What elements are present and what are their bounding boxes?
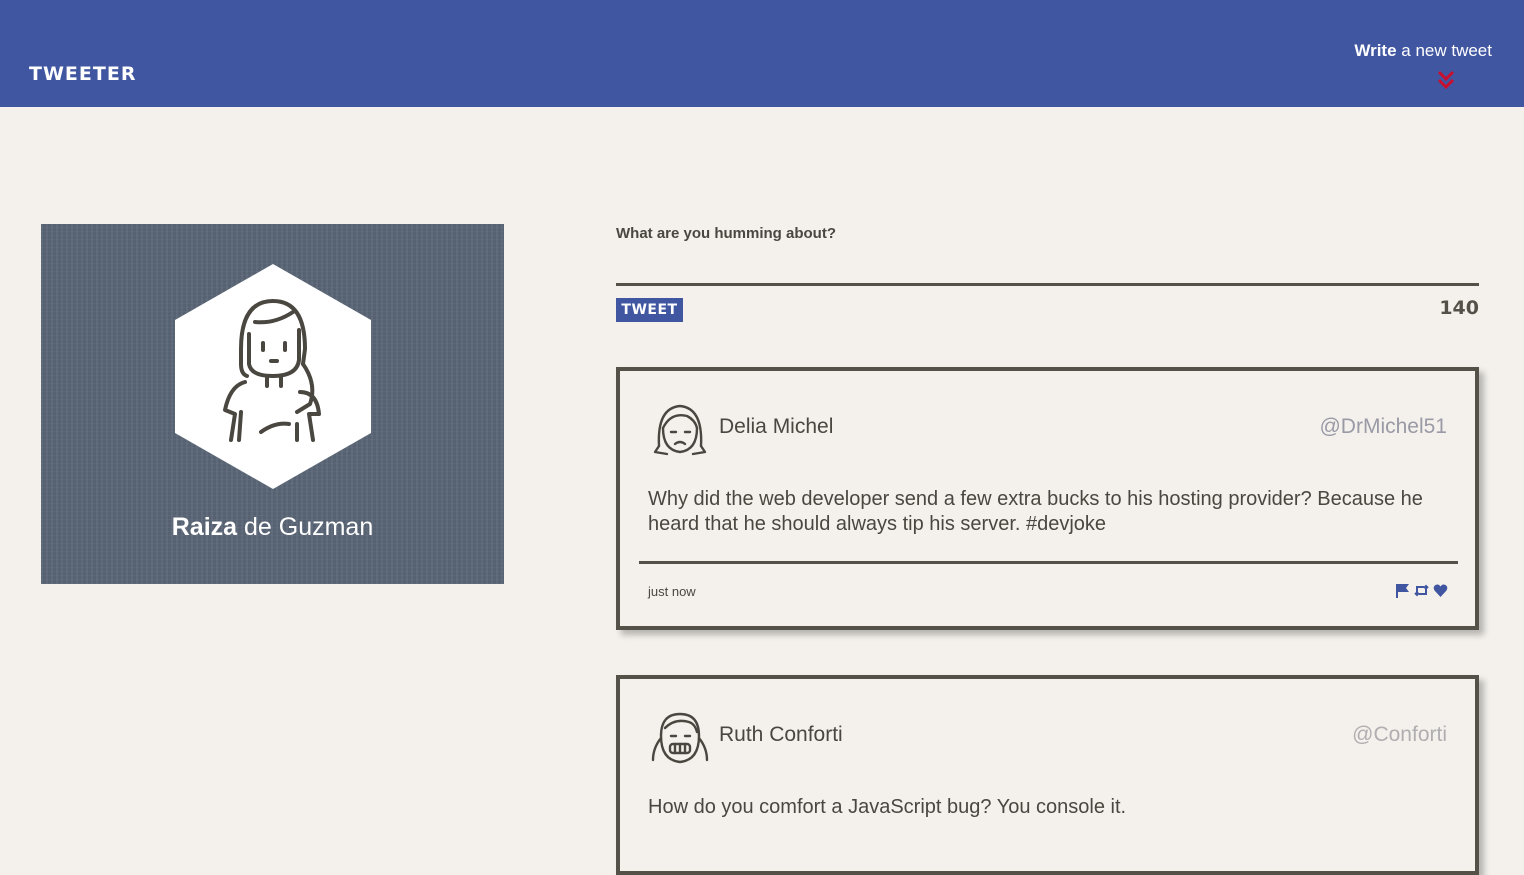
profile-avatar	[175, 264, 371, 489]
tweet-card: Ruth Conforti @Conforti How do you comfo…	[616, 675, 1479, 875]
compose-prompt: What are you humming about?	[616, 225, 836, 242]
tweet-author-handle: @Conforti	[1352, 723, 1447, 746]
profile-first-name: Raiza	[171, 513, 238, 541]
tweet-card: Delia Michel @DrMichel51 Why did the web…	[616, 367, 1479, 630]
tweet-textarea[interactable]	[616, 250, 1479, 286]
profile-last-name: de Guzman	[237, 513, 374, 541]
tweet-button[interactable]: TWEET	[616, 298, 683, 322]
double-chevron-down-icon[interactable]	[1435, 69, 1457, 91]
tweet-text: Why did the web developer send a few ext…	[648, 488, 1423, 535]
profile-name: Raiza de Guzman	[41, 513, 504, 542]
tweet-text: How do you comfort a JavaScript bug? You…	[648, 796, 1127, 818]
grinning-girl-avatar-icon	[651, 712, 709, 764]
write-new-tweet-label[interactable]: Write a new tweet	[1354, 41, 1492, 60]
tweet-actions	[1395, 583, 1448, 598]
tweet-author-handle: @DrMichel51	[1319, 415, 1447, 438]
tweet-timestamp: just now	[648, 584, 696, 599]
write-new-tweet-toggle[interactable]: Write a new tweet	[1322, 41, 1492, 91]
write-label-rest: a new tweet	[1396, 41, 1492, 60]
tweet-divider	[639, 561, 1458, 564]
top-nav: TWEETER Write a new tweet	[0, 0, 1524, 107]
tweet-author-name: Delia Michel	[719, 415, 834, 438]
compose-form: What are you humming about? TWEET 140	[616, 224, 1479, 324]
girl-avatar-icon	[175, 264, 371, 489]
brand-logo[interactable]: TWEETER	[29, 63, 136, 85]
sad-girl-avatar-icon	[653, 404, 707, 456]
profile-card: Raiza de Guzman	[41, 224, 504, 584]
tweet-author-name: Ruth Conforti	[719, 723, 843, 746]
flag-icon[interactable]	[1395, 583, 1410, 598]
character-counter: 140	[1439, 297, 1479, 319]
retweet-icon[interactable]	[1414, 583, 1429, 598]
write-label-bold: Write	[1354, 41, 1397, 60]
heart-icon[interactable]	[1433, 583, 1448, 598]
